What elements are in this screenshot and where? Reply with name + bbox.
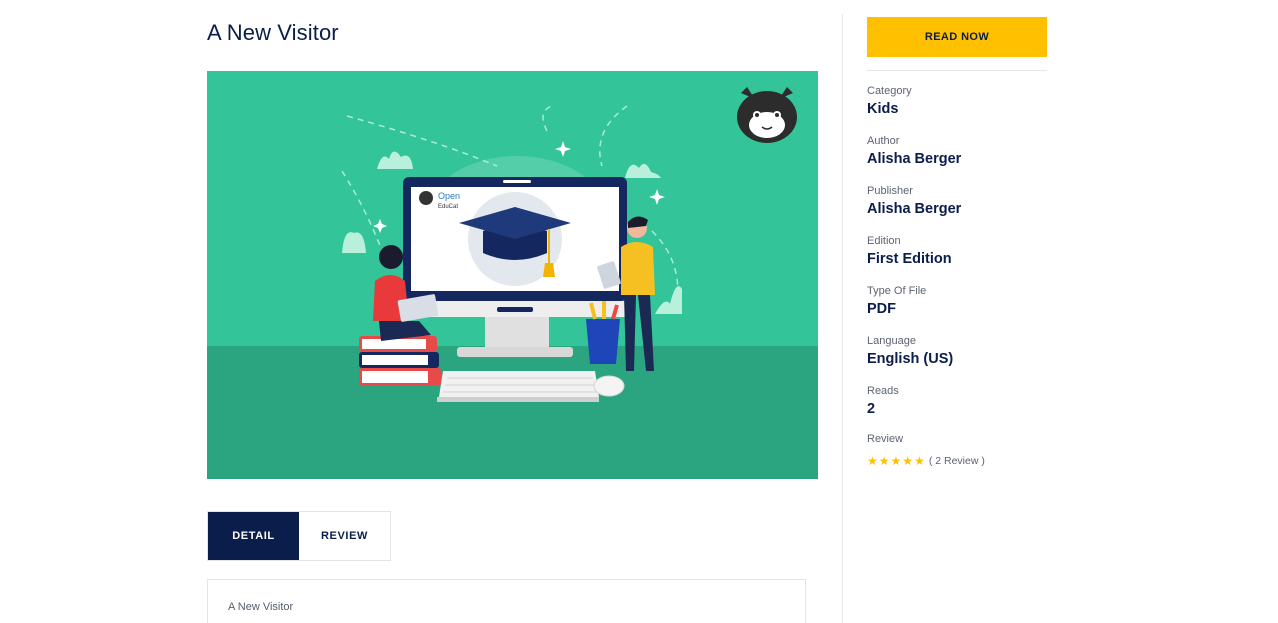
screen-brand-line1: Open xyxy=(438,191,460,201)
tab-review[interactable]: REVIEW xyxy=(299,512,390,560)
meta-reads: Reads 2 xyxy=(867,384,1067,434)
meta-label: Type Of File xyxy=(867,285,927,297)
detail-description: A New Visitor xyxy=(228,601,294,613)
star-icon: ★ xyxy=(878,454,890,468)
book-title: A New Visitor xyxy=(207,20,339,45)
book-meta-list: Category Kids Author Alisha Berger Publi… xyxy=(867,84,1067,434)
star-icon: ★ xyxy=(867,454,878,468)
detail-panel: A New Visitor xyxy=(207,579,806,623)
meta-label: Publisher xyxy=(867,185,913,197)
read-now-button[interactable]: READ NOW xyxy=(867,17,1047,57)
star-icon: ★ xyxy=(914,454,925,468)
meta-value: Alisha Berger xyxy=(867,151,962,167)
meta-label: Edition xyxy=(867,235,901,247)
meta-value: English (US) xyxy=(867,351,954,367)
tab-detail[interactable]: DETAIL xyxy=(208,512,299,560)
meta-value: PDF xyxy=(867,301,896,317)
star-icon: ★ xyxy=(902,454,914,468)
meta-file-type: Type Of File PDF xyxy=(867,284,1067,334)
book-cover-image: Open EduCat xyxy=(207,71,818,479)
meta-value: Kids xyxy=(867,101,899,117)
meta-value: Alisha Berger xyxy=(867,201,962,217)
meta-label: Author xyxy=(867,135,900,147)
meta-label: Reads xyxy=(867,385,899,397)
sidebar-divider xyxy=(867,70,1047,71)
review-summary: Review ★ ★ ★ ★ ★ ( 2 Review ) xyxy=(867,432,985,467)
meta-publisher: Publisher Alisha Berger xyxy=(867,184,1067,234)
meta-edition: Edition First Edition xyxy=(867,234,1067,284)
meta-label: Language xyxy=(867,335,916,347)
column-divider xyxy=(842,14,843,623)
rating-row: ★ ★ ★ ★ ★ ( 2 Review ) xyxy=(867,455,985,467)
meta-author: Author Alisha Berger xyxy=(867,134,1067,184)
screen-brand-line2: EduCat xyxy=(438,204,458,210)
meta-category: Category Kids xyxy=(867,84,1067,134)
meta-value: 2 xyxy=(867,401,876,417)
review-count[interactable]: ( 2 Review ) xyxy=(929,455,985,467)
star-icon: ★ xyxy=(890,454,902,468)
meta-label: Category xyxy=(867,85,912,97)
meta-value: First Edition xyxy=(867,251,952,267)
meta-language: Language English (US) xyxy=(867,334,1067,384)
book-tabs: DETAIL REVIEW xyxy=(207,511,391,561)
review-label: Review xyxy=(867,433,904,445)
